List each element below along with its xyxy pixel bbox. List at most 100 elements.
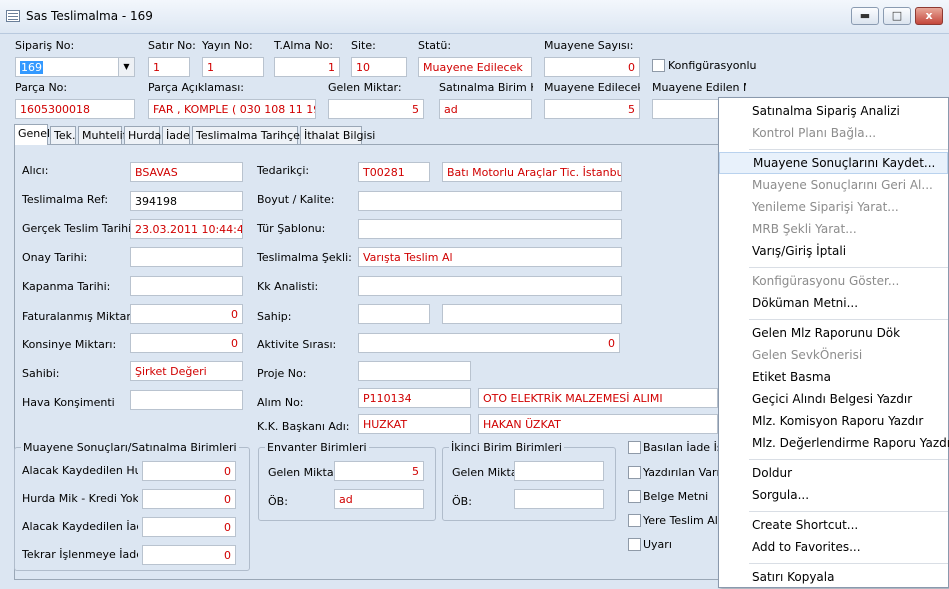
menu-item-yenileme-siparisi[interactable]: Yenileme Siparişi Yarat... — [719, 197, 948, 219]
gelen-miktar-field[interactable]: 5 — [328, 99, 424, 119]
parca-aciklamasi-field[interactable]: FAR , KOMPLE ( 030 108 11 19 - — [148, 99, 316, 119]
satir-no-field[interactable]: 1 — [148, 57, 190, 77]
maximize-button[interactable]: □ — [883, 7, 911, 25]
teslimalma-sekli-field[interactable]: Varışta Teslim Al — [358, 247, 622, 267]
boyut-kalite-field[interactable] — [358, 191, 622, 211]
alici-label: Alıcı: — [22, 164, 49, 177]
yayin-no-field[interactable]: 1 — [202, 57, 264, 77]
site-label: Site: — [351, 39, 376, 52]
sahibi-field[interactable]: Şirket Değeri — [130, 361, 243, 381]
muayene-edilen-field[interactable] — [652, 99, 722, 119]
kapanma-tarihi-label: Kapanma Tarihi: — [22, 280, 111, 293]
tedarikci-name-field[interactable]: Batı Motorlu Araçlar Tic. İstanbul — [442, 162, 622, 182]
envanter-gelen-field[interactable]: 5 — [334, 461, 424, 481]
yazdirilan-varis-checkbox[interactable] — [628, 466, 641, 479]
tab-tek[interactable]: Tek. — [50, 126, 76, 144]
menu-item-satinalma-analizi[interactable]: Satınalma Sipariş Analizi — [719, 101, 948, 123]
alici-field[interactable]: BSAVAS — [130, 162, 243, 182]
siparis-no-combo[interactable]: 169 ▼ — [15, 57, 135, 77]
close-button[interactable]: x — [915, 7, 943, 25]
basilan-iade-checkbox[interactable] — [628, 441, 641, 454]
aktivite-sirasi-label: Aktivite Sırası: — [257, 338, 337, 351]
tur-sablonu-label: Tür Şablonu: — [257, 222, 326, 235]
menu-item-degerlendirme-raporu[interactable]: Mlz. Değerlendirme Raporu Yazdır — [719, 433, 949, 455]
ikinci-gelen-field[interactable] — [514, 461, 604, 481]
hurda-kredi-yok-label: Hurda Mik - Kredi Yok: — [22, 492, 138, 505]
context-menu: Satınalma Sipariş Analizi Kontrol Planı … — [718, 97, 949, 588]
envanter-ob-label: ÖB: — [268, 495, 288, 508]
muayene-edilecek-field[interactable]: 5 — [544, 99, 640, 119]
menu-item-gelen-mlz-raporu[interactable]: Gelen Mlz Raporunu Dök — [719, 323, 948, 345]
menu-item-dokuman-metni[interactable]: Döküman Metni... — [719, 293, 948, 315]
kk-analisti-field[interactable] — [358, 276, 622, 296]
belge-metni-label: Belge Metni — [643, 490, 709, 503]
menu-item-etiket-basma[interactable]: Etiket Basma — [719, 367, 948, 389]
kapanma-tarihi-field[interactable] — [130, 276, 243, 296]
alim-no-name-field[interactable]: OTO ELEKTRİK MALZEMESİ ALIMI — [478, 388, 718, 408]
tab-genel[interactable]: Genel — [14, 124, 50, 145]
envanter-ob-field[interactable]: ad — [334, 489, 424, 509]
ikinci-group: İkinci Birim Birimleri — [442, 441, 616, 521]
envanter-gelen-label: Gelen Miktar: — [268, 466, 342, 479]
site-field[interactable]: 10 — [351, 57, 407, 77]
tedarikci-code-field[interactable]: T00281 — [358, 162, 430, 182]
menu-item-satiri-kopyala[interactable]: Satırı Kopyala — [719, 567, 948, 589]
sahip-code-field[interactable] — [358, 304, 430, 324]
menu-separator — [749, 149, 948, 150]
satinalma-birim-kodu-field[interactable]: ad — [439, 99, 532, 119]
chevron-down-icon[interactable]: ▼ — [118, 58, 134, 76]
menu-item-komisyon-raporu[interactable]: Mlz. Komisyon Raporu Yazdır — [719, 411, 948, 433]
menu-item-muayene-geri-al[interactable]: Muayene Sonuçlarını Geri Al... — [719, 175, 948, 197]
basilan-iade-label: Basılan İade İşa — [643, 441, 718, 454]
alim-no-label: Alım No: — [257, 396, 304, 409]
tab-hurda[interactable]: Hurda — [124, 126, 161, 144]
minimize-button[interactable]: ▬ — [851, 7, 879, 25]
konsinye-miktari-field[interactable]: 0 — [130, 333, 243, 353]
tab-iade[interactable]: İade — [162, 126, 190, 144]
menu-item-kontrol-plani[interactable]: Kontrol Planı Bağla... — [719, 123, 948, 145]
konfigurasyonlu-checkbox[interactable] — [652, 59, 665, 72]
alim-no-code-field[interactable]: P110134 — [358, 388, 471, 408]
menu-item-varis-iptali[interactable]: Varış/Giriş İptali — [719, 241, 948, 263]
kk-baskani-name-field[interactable]: HAKAN ÜZKAT — [478, 414, 718, 434]
alacak-iade-field[interactable]: 0 — [142, 517, 236, 537]
statu-field[interactable]: Muayene Edilecek — [418, 57, 532, 77]
aktivite-sirasi-field[interactable]: 0 — [358, 333, 620, 353]
uyari-checkbox[interactable] — [628, 538, 641, 551]
talma-no-field[interactable]: 1 — [274, 57, 340, 77]
onay-tarihi-field[interactable] — [130, 247, 243, 267]
tab-ithalat-bilgisi[interactable]: İthalat Bilgisi — [300, 126, 375, 144]
yere-teslim-checkbox[interactable] — [628, 514, 641, 527]
menu-item-gelen-sevk-onerisi[interactable]: Gelen SevkÖnerisi — [719, 345, 948, 367]
tab-muhtelif[interactable]: Muhtelif — [78, 126, 127, 144]
menu-item-doldur[interactable]: Doldur — [719, 463, 948, 485]
menu-separator — [749, 267, 948, 268]
menu-item-mrb-sekli[interactable]: MRB Şekli Yarat... — [719, 219, 948, 241]
ikinci-ob-field[interactable] — [514, 489, 604, 509]
belge-metni-checkbox[interactable] — [628, 490, 641, 503]
menu-item-konfigurasyon-goster[interactable]: Konfigürasyonu Göster... — [719, 271, 948, 293]
ikinci-group-title: İkinci Birim Birimleri — [449, 441, 564, 454]
tab-teslimalma-tarihcesi[interactable]: Teslimalma Tarihçesi — [192, 126, 309, 144]
kk-baskani-code-field[interactable]: HUZKAT — [358, 414, 471, 434]
menu-item-gecici-alindi[interactable]: Geçici Alındı Belgesi Yazdır — [719, 389, 948, 411]
hava-konsimenti-field[interactable] — [130, 390, 243, 410]
tur-sablonu-field[interactable] — [358, 219, 622, 239]
faturalanmis-miktar-field[interactable]: 0 — [130, 304, 243, 324]
menu-item-create-shortcut[interactable]: Create Shortcut... — [719, 515, 948, 537]
muayene-sayisi-field[interactable]: 0 — [544, 57, 640, 77]
tekrar-isleme-field[interactable]: 0 — [142, 545, 236, 565]
menu-item-sorgula[interactable]: Sorgula... — [719, 485, 948, 507]
gercek-teslim-tarihi-field[interactable]: 23.03.2011 10:44:42 — [130, 219, 243, 239]
parca-no-field[interactable]: 1605300018 — [15, 99, 135, 119]
menu-item-muayene-kaydet[interactable]: Muayene Sonuçlarını Kaydet... — [719, 152, 948, 174]
proje-no-field[interactable] — [358, 361, 471, 381]
sahip-name-field[interactable] — [442, 304, 622, 324]
menu-item-add-favorites[interactable]: Add to Favorites... — [719, 537, 948, 559]
hurda-kredi-yok-field[interactable]: 0 — [142, 489, 236, 509]
envanter-group-title: Envanter Birimleri — [265, 441, 369, 454]
teslimalma-ref-field[interactable]: 394198 — [130, 191, 243, 211]
faturalanmis-miktar-label: Faturalanmış Miktar: — [22, 310, 135, 323]
alacak-hurda-field[interactable]: 0 — [142, 461, 236, 481]
uyari-label: Uyarı — [643, 538, 672, 551]
